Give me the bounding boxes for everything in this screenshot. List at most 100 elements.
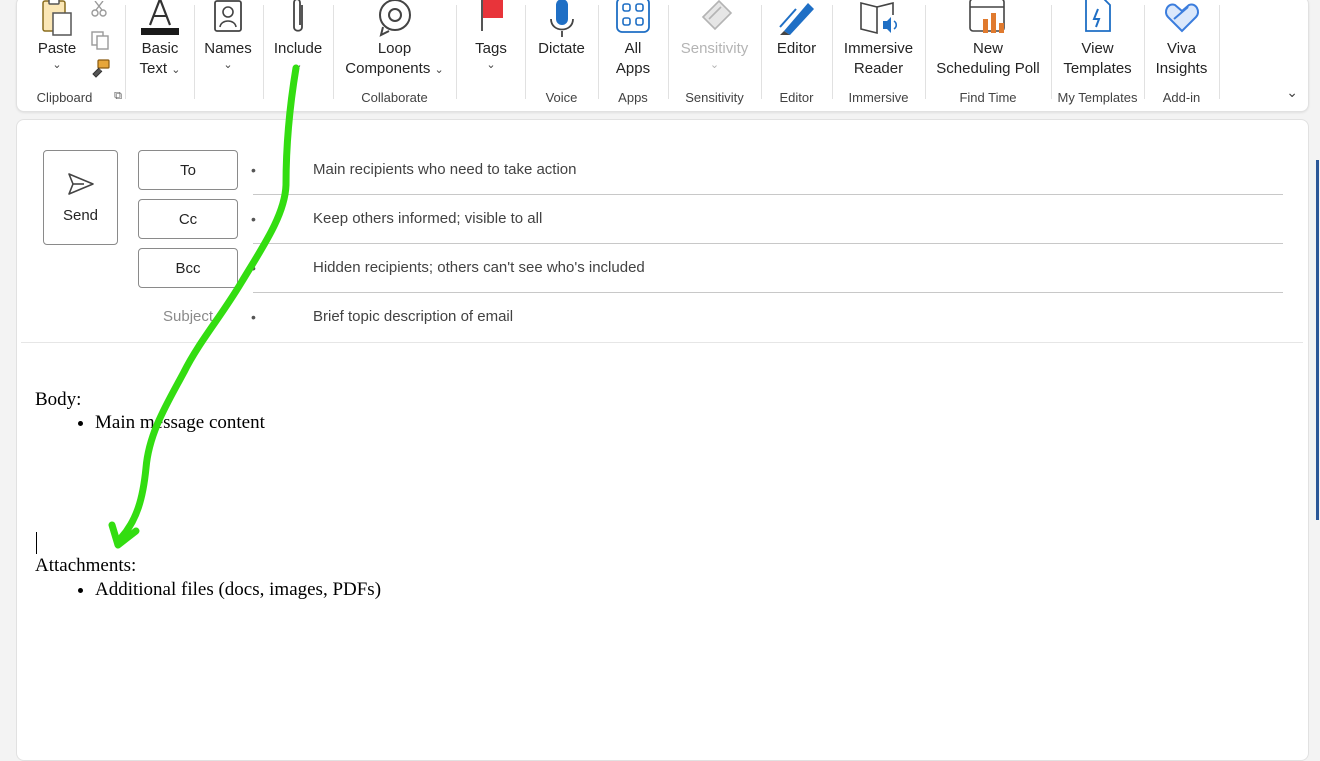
voice-group: Dictate Voice (525, 0, 598, 111)
names-group: Names ⌄ (194, 0, 263, 111)
scheduling-poll-icon (969, 0, 1005, 33)
apps-group-label: Apps (618, 90, 648, 105)
collaborate-group-label: Collaborate (361, 90, 428, 105)
paste-icon (42, 0, 72, 36)
dictate-label: Dictate (538, 40, 585, 57)
attachments-list: Additional files (docs, images, PDFs) (35, 579, 381, 601)
tags-group: Tags ⌄ (456, 0, 525, 111)
names-button[interactable]: Names ⌄ (202, 0, 254, 71)
immersive-reader-label-1: Immersive (843, 40, 914, 57)
addin-group: Viva Insights Add-in (1144, 0, 1219, 111)
cut-icon[interactable] (90, 1, 108, 17)
loop-label-1: Loop (377, 40, 412, 57)
clipboard-group-label: Clipboard (36, 90, 93, 105)
editor-button[interactable]: Editor (771, 0, 822, 59)
immersive-reader-label-2: Reader (853, 60, 904, 77)
ribbon-expand-chevron-icon[interactable]: ⌄ (1286, 84, 1298, 101)
my-templates-group-label: My Templates (1057, 90, 1138, 105)
include-label: Include (273, 40, 323, 57)
send-button[interactable]: Send (43, 150, 118, 245)
cc-button[interactable]: Cc (138, 199, 238, 239)
chevron-down-icon: ⌄ (709, 59, 720, 71)
editor-group-label: Editor (779, 90, 814, 105)
new-scheduling-poll-button[interactable]: New Scheduling Poll (933, 0, 1043, 79)
paste-button[interactable]: Paste ⌄ (35, 0, 79, 71)
window-edge-accent (1316, 160, 1319, 520)
loop-components-button[interactable]: Loop Components ⌄ (341, 0, 448, 79)
cc-label: Cc (178, 210, 198, 228)
immersive-group: Immersive Reader Immersive (832, 0, 925, 111)
templates-icon (1084, 0, 1111, 32)
editor-label: Editor (776, 40, 817, 57)
view-templates-button[interactable]: View Templates (1059, 0, 1136, 79)
copy-icon[interactable] (90, 30, 110, 50)
to-label: To (180, 161, 196, 179)
subject-bullet: • (251, 309, 256, 325)
view-templates-label-2: Templates (1063, 60, 1132, 77)
dictate-button[interactable]: Dictate (533, 0, 590, 59)
basic-text-group: Basic Text ⌄ (126, 0, 194, 111)
voice-group-label: Voice (545, 90, 578, 105)
to-underline (253, 194, 1283, 195)
tags-button[interactable]: Tags ⌄ (466, 0, 516, 71)
apps-grid-icon (616, 0, 650, 33)
to-bullet: • (251, 162, 256, 178)
chevron-down-icon: ⌄ (486, 59, 496, 71)
my-templates-group: View Templates My Templates (1051, 0, 1144, 111)
to-button[interactable]: To (138, 150, 238, 190)
find-time-group: New Scheduling Poll Find Time (925, 0, 1051, 111)
scheduling-poll-label-2: Scheduling Poll (936, 60, 1040, 77)
subject-field[interactable]: Brief topic description of email (313, 308, 513, 325)
send-label: Send (62, 207, 99, 224)
sensitivity-icon (701, 0, 732, 31)
group-divider (1219, 5, 1220, 99)
header-body-divider (21, 342, 1303, 343)
bcc-bullet: • (251, 260, 256, 276)
cc-field[interactable]: Keep others informed; visible to all (313, 210, 542, 227)
include-button[interactable]: Include ⌄ (268, 0, 328, 71)
bcc-button[interactable]: Bcc (138, 248, 238, 288)
body-heading: Body: (35, 389, 82, 410)
immersive-reader-icon (859, 1, 897, 35)
sensitivity-button[interactable]: Sensitivity ⌄ (676, 0, 753, 71)
viva-insights-label-2: Insights (1155, 60, 1208, 77)
bcc-underline (253, 292, 1283, 293)
view-templates-label-1: View (1081, 40, 1114, 57)
send-icon (67, 173, 94, 195)
chevron-down-icon: ⌄ (293, 59, 303, 71)
all-apps-button[interactable]: All Apps (610, 0, 656, 79)
compose-pane: Send To Cc Bcc Subject • Main recipients… (16, 119, 1309, 761)
loop-label-2: Components (345, 60, 431, 77)
tags-label: Tags (475, 40, 507, 57)
format-painter-icon[interactable] (89, 59, 111, 79)
all-apps-label-1: All (624, 40, 642, 57)
immersive-group-label: Immersive (848, 90, 909, 105)
microphone-icon (549, 0, 574, 37)
addin-group-label: Add-in (1162, 90, 1201, 105)
chevron-down-icon: ⌄ (52, 59, 62, 71)
to-field[interactable]: Main recipients who need to take action (313, 161, 577, 178)
scheduling-poll-label-1: New (972, 40, 1003, 57)
viva-insights-button[interactable]: Viva Insights (1154, 0, 1209, 79)
immersive-reader-button[interactable]: Immersive Reader (840, 0, 917, 79)
editor-pen-icon (778, 3, 814, 35)
text-cursor (36, 532, 37, 554)
editor-group: Editor Editor (761, 0, 832, 111)
subject-label: Subject (163, 308, 214, 325)
dialog-launcher-icon[interactable]: ⧉ (114, 90, 122, 103)
paperclip-icon (293, 0, 303, 32)
chevron-down-icon: ⌄ (171, 64, 181, 76)
clipboard-group: Paste ⌄ Clipboard ⧉ (17, 0, 126, 111)
list-item: Main message content (95, 412, 265, 434)
find-time-group-label: Find Time (959, 90, 1017, 105)
sensitivity-group: Sensitivity ⌄ Sensitivity (668, 0, 761, 111)
basic-text-label-2: Text (139, 60, 168, 77)
bcc-field[interactable]: Hidden recipients; others can't see who'… (313, 259, 645, 276)
cc-underline (253, 243, 1283, 244)
address-book-icon (214, 0, 242, 32)
viva-insights-icon (1164, 3, 1199, 33)
chevron-down-icon: ⌄ (223, 59, 233, 71)
sensitivity-group-label: Sensitivity (685, 90, 744, 105)
bcc-label: Bcc (175, 259, 201, 277)
basic-text-button[interactable]: Basic Text ⌄ (134, 0, 186, 79)
